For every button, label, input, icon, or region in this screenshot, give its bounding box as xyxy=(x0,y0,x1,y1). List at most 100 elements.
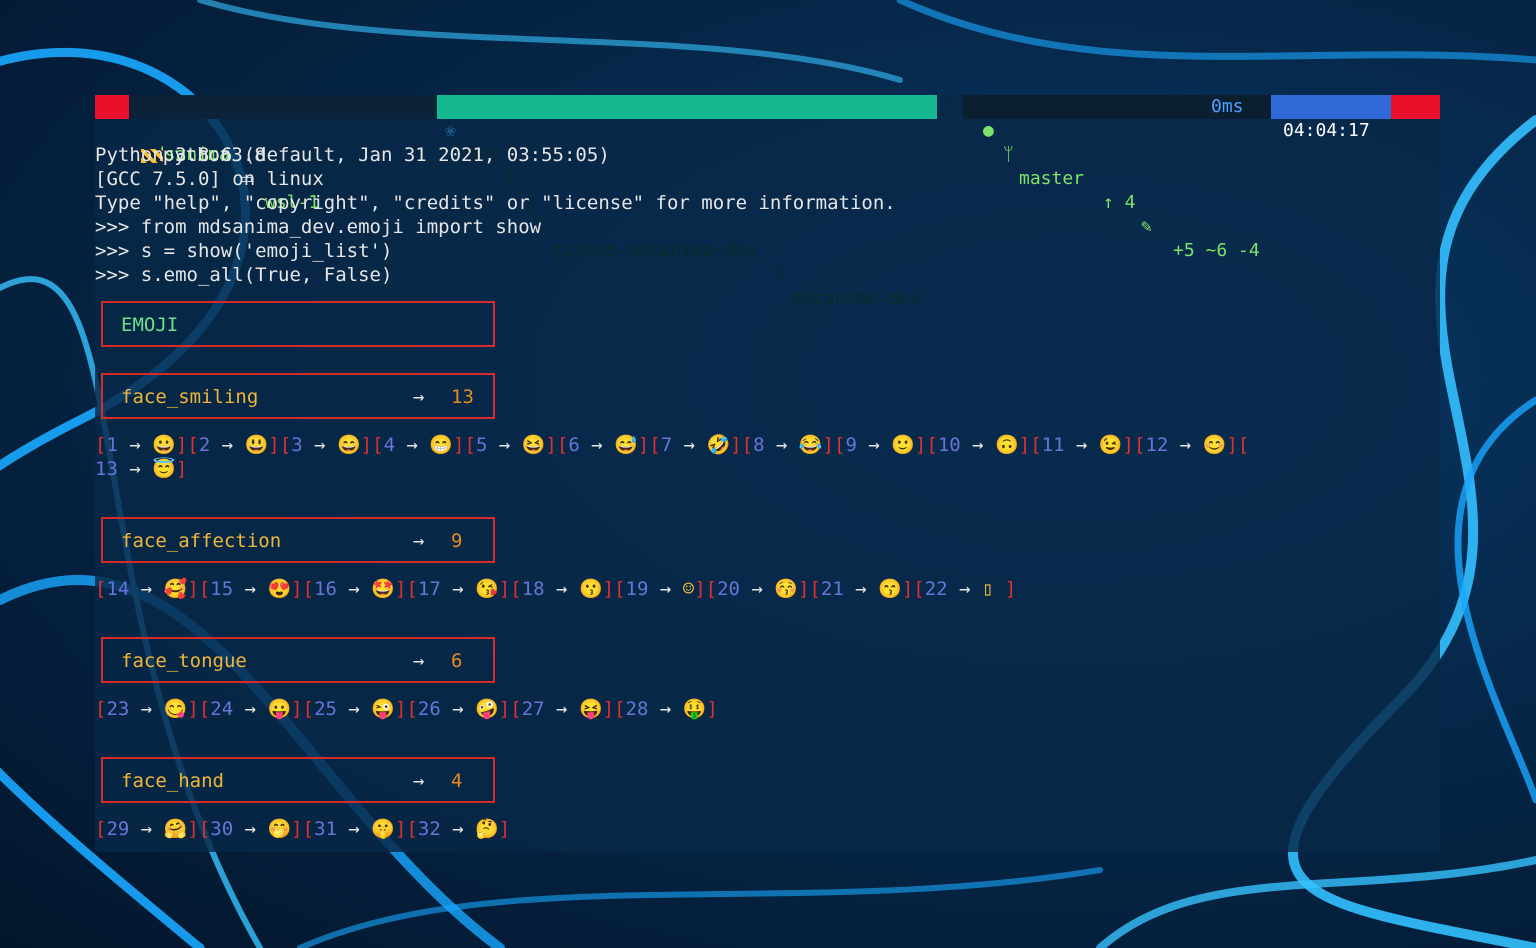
arrow: → xyxy=(348,698,360,720)
arrow: → xyxy=(556,698,568,720)
bracket: ] xyxy=(1122,434,1134,456)
group-box-face-affection: face_affection → 9 xyxy=(101,517,495,563)
emoji-index: 24 xyxy=(210,698,234,720)
bracket: [ xyxy=(464,434,476,456)
emoji-index: 27 xyxy=(521,698,545,720)
emoji-glyph: 😍 xyxy=(256,578,292,600)
emoji-row-face-hand: [29 → 🤗][30 → 🤭][31 → 🤫][32 → 🤔] xyxy=(95,817,510,841)
emoji-glyph: 🤗 xyxy=(152,818,188,840)
group-arrow: → xyxy=(413,386,425,408)
emoji-glyph xyxy=(233,698,244,720)
bracket: [ xyxy=(95,578,107,600)
bracket: [ xyxy=(372,434,384,456)
bracket: [ xyxy=(198,698,211,720)
path-part-github: github-mdsanima-dev xyxy=(551,240,757,261)
emoji-row-face-smiling-1: [1 → 😀][2 → 😃][3 → 😄][4 → 😁][5 → 😆][6 → … xyxy=(95,433,1249,457)
emoji-row-face-tongue: [23 → 😋][24 → 😛][25 → 😜][26 → 🤪][27 → 😝]… xyxy=(95,697,718,721)
emoji-glyph: 😘 xyxy=(463,578,499,600)
emoji-glyph xyxy=(337,578,348,600)
bracket: [ xyxy=(95,434,107,456)
bracket: [ xyxy=(834,434,846,456)
emoji-glyph xyxy=(441,818,452,840)
group-arrow: → xyxy=(413,770,425,792)
emoji-index: 26 xyxy=(417,698,441,720)
bracket: ] xyxy=(1018,434,1031,456)
emoji-index: 9 xyxy=(845,434,857,456)
bracket: ] xyxy=(187,698,199,720)
arrow: → xyxy=(775,434,788,456)
emoji-glyph xyxy=(233,818,244,840)
arrow: → xyxy=(751,578,763,600)
emoji-row-face-affection: [14 → 🥰][15 → 😍][16 → 🤩][17 → 😘][18 → 😗]… xyxy=(95,577,1016,601)
terminal-line-5: >>> from mdsanima_dev.emoji import show xyxy=(95,216,542,238)
emoji-index: 6 xyxy=(568,434,580,456)
bracket: [ xyxy=(1134,434,1146,456)
arrow: → xyxy=(868,434,880,456)
emoji-index: 10 xyxy=(937,434,961,456)
git-changes: +5 ~6 -4 xyxy=(1173,240,1260,261)
arrow: → xyxy=(244,578,257,600)
group-name: face_affection xyxy=(121,530,282,552)
bracket: [ xyxy=(198,818,211,840)
arrow: → xyxy=(972,434,984,456)
bracket: ] xyxy=(1226,434,1238,456)
emoji-index: 29 xyxy=(106,818,130,840)
emoji-index: 28 xyxy=(625,698,649,720)
emoji-glyph xyxy=(487,434,498,456)
bracket: ] xyxy=(498,698,511,720)
emoji-index: 7 xyxy=(660,434,673,456)
arrow: → xyxy=(348,578,360,600)
emoji-glyph: 😅 xyxy=(602,434,638,456)
emoji-glyph: 🤩 xyxy=(359,578,395,600)
bracket: ] xyxy=(498,818,511,840)
terminal-window[interactable]: mdsanima ▭ wsl-1 ❀ mnt 〉 j 〉 github-mdsa… xyxy=(95,95,1440,852)
emoji-glyph: 🙂 xyxy=(879,434,915,456)
bracket: [ xyxy=(741,434,754,456)
emoji-index: 25 xyxy=(314,698,337,720)
group-name: face_hand xyxy=(121,770,224,792)
arrow: → xyxy=(659,698,672,720)
bracket: [ xyxy=(279,434,292,456)
arrow: → xyxy=(129,434,141,456)
prompt-user-segment: mdsanima ▭ wsl-1 xyxy=(95,95,435,213)
linux-icon xyxy=(95,95,129,119)
arrow: → xyxy=(244,698,257,720)
emoji-glyph: ☺ xyxy=(671,578,695,600)
arrow: → xyxy=(1179,434,1192,456)
bracket: [ xyxy=(187,434,199,456)
bracket: [ xyxy=(302,818,315,840)
arrow: → xyxy=(959,578,971,600)
bracket: [ xyxy=(95,698,107,720)
terminal-line-4: Type "help", "copyright", "credits" or "… xyxy=(95,192,896,214)
bracket: ] xyxy=(175,434,188,456)
emoji-index: 14 xyxy=(106,578,130,600)
arrow: → xyxy=(556,578,568,600)
edit-icon: ✎ xyxy=(1141,216,1152,237)
emoji-glyph xyxy=(857,434,868,456)
emoji-glyph: 😄 xyxy=(325,434,361,456)
emoji-index: 30 xyxy=(210,818,234,840)
group-box-face-smiling: face_smiling → 13 xyxy=(101,373,495,419)
emoji-glyph: 🙃 xyxy=(983,434,1019,456)
emoji-index: 5 xyxy=(475,434,488,456)
emoji-glyph xyxy=(441,698,452,720)
arrow: → xyxy=(314,434,326,456)
bracket: [ xyxy=(556,434,569,456)
emoji-glyph xyxy=(961,434,972,456)
emoji-glyph: 😙 xyxy=(866,578,902,600)
bracket: [ xyxy=(510,578,522,600)
bracket: ] xyxy=(545,434,557,456)
command-duration: 0ms xyxy=(1211,96,1244,117)
emoji-glyph xyxy=(233,578,244,600)
emoji-glyph xyxy=(118,458,129,480)
group-count: 6 xyxy=(451,650,463,672)
group-count: 4 xyxy=(451,770,463,792)
emoji-header-title: EMOJI xyxy=(121,314,179,336)
branch-icon: ᛘ xyxy=(1003,144,1014,165)
emoji-glyph xyxy=(129,578,140,600)
bracket: [ xyxy=(302,578,315,600)
prompt-clock-segment: 04:04:17 xyxy=(1271,95,1440,141)
bracket: ] xyxy=(175,458,188,480)
emoji-header-box: EMOJI xyxy=(101,301,495,347)
path-part-repo: mdsanima-dev xyxy=(791,288,922,309)
